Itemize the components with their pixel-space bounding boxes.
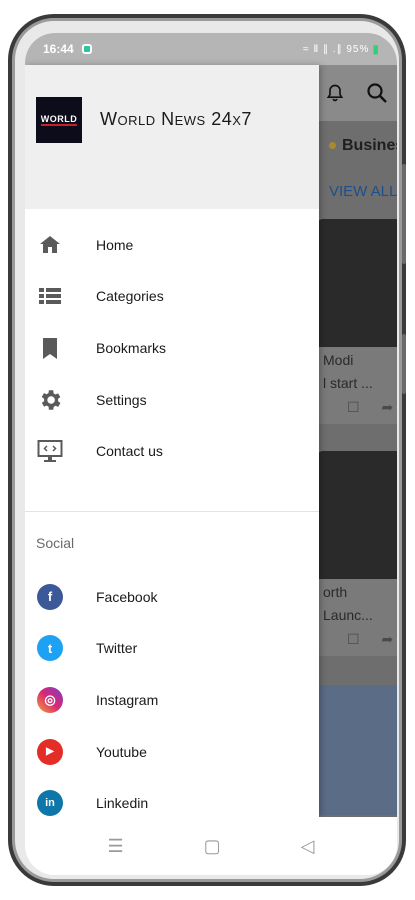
menu-item-bookmarks[interactable]: Bookmarks [25,322,319,374]
news-card-title-line2: Launc... [323,607,373,623]
menu-item-label: Bookmarks [96,339,167,356]
social-item-label: Youtube [96,743,147,760]
recents-button[interactable]: ☰ [108,836,124,857]
linkedin-icon: in [37,790,63,817]
logo-text: WORLD [40,114,78,126]
search-icon[interactable] [365,81,389,105]
news-card-image [317,451,397,579]
social-item-twitter[interactable]: t Twitter [25,623,319,675]
menu-item-label: Settings [96,391,147,408]
social-item-youtube[interactable]: ▶ Youtube [25,726,319,778]
social-item-label: Twitter [96,640,138,657]
social-item-label: Linkedin [96,795,149,812]
power-button [402,334,406,394]
status-indicators: ≈ Ⅱ ∥ .∥ 95% [303,43,370,55]
phone-bezel: 16:44 ≈ Ⅱ ∥ .∥ 95% ▮ Busines [12,18,402,882]
twitter-icon: t [37,635,63,662]
list-icon [37,283,63,309]
share-icon[interactable]: ➦ [381,399,393,415]
news-card-title-line2: l start ... [323,375,373,391]
news-card[interactable]: orth Launc... ☐ ➦ [317,451,397,656]
social-section-label: Social [36,535,75,551]
status-time: 16:44 [43,42,74,56]
news-card[interactable]: Modi l start ... ☐ ➦ [317,219,397,424]
drawer-menu: Home Categories Bookmarks Settings Conta… [25,219,319,477]
social-item-instagram[interactable]: ◎ Instagram [25,674,319,726]
menu-item-contact-us[interactable]: Contact us [25,425,319,477]
share-icon[interactable]: ➦ [381,631,393,647]
facebook-icon: f [37,583,63,610]
navigation-drawer: WORLD World News 24x7 Home Categories Bo… [25,65,319,832]
news-card-actions: ☐ ➦ [317,397,397,424]
app-logo: WORLD [36,97,82,143]
news-card-image[interactable] [317,685,397,815]
news-card-title-line1: Modi [323,352,354,368]
back-button[interactable]: ◁ [301,836,315,857]
home-icon [37,232,63,258]
divider [25,511,319,512]
notifications-icon[interactable] [325,83,345,103]
app-title: World News 24x7 [100,109,252,129]
social-item-label: Instagram [96,691,159,708]
social-links: f Facebook t Twitter ◎ Instagram ▶ Youtu… [25,571,319,829]
news-card-actions: ☐ ➦ [317,629,397,656]
bookmark-icon[interactable]: ☐ [347,631,360,647]
bookmark-icon [37,335,63,361]
menu-item-label: Home [96,236,134,253]
screen: 16:44 ≈ Ⅱ ∥ .∥ 95% ▮ Busines [25,33,397,875]
view-all-link[interactable]: VIEW ALL [329,183,397,200]
drawer-header: WORLD World News 24x7 [25,65,319,209]
status-bar: 16:44 ≈ Ⅱ ∥ .∥ 95% ▮ [25,33,397,65]
news-card-title-line1: orth [323,584,348,600]
battery-icon: ▮ [372,42,379,56]
menu-item-label: Categories [96,288,164,305]
menu-item-settings[interactable]: Settings [25,374,319,426]
gear-icon [37,387,63,413]
system-navigation-bar: ☰ ▢ ◁ [25,817,397,875]
news-card-image [317,219,397,347]
social-item-label: Facebook [96,588,158,605]
youtube-icon: ▶ [37,738,63,765]
instagram-icon: ◎ [37,686,63,713]
menu-item-categories[interactable]: Categories [25,271,319,323]
menu-item-label: Contact us [96,443,163,460]
social-item-facebook[interactable]: f Facebook [25,571,319,623]
bookmark-icon[interactable]: ☐ [347,399,360,415]
monitor-code-icon [37,438,63,464]
menu-item-home[interactable]: Home [25,219,319,271]
category-tab[interactable]: Busines [329,137,397,155]
phone-frame: 16:44 ≈ Ⅱ ∥ .∥ 95% ▮ Busines [8,14,406,886]
notification-dot-icon [81,44,92,54]
volume-button [402,164,406,264]
home-button[interactable]: ▢ [204,836,221,857]
